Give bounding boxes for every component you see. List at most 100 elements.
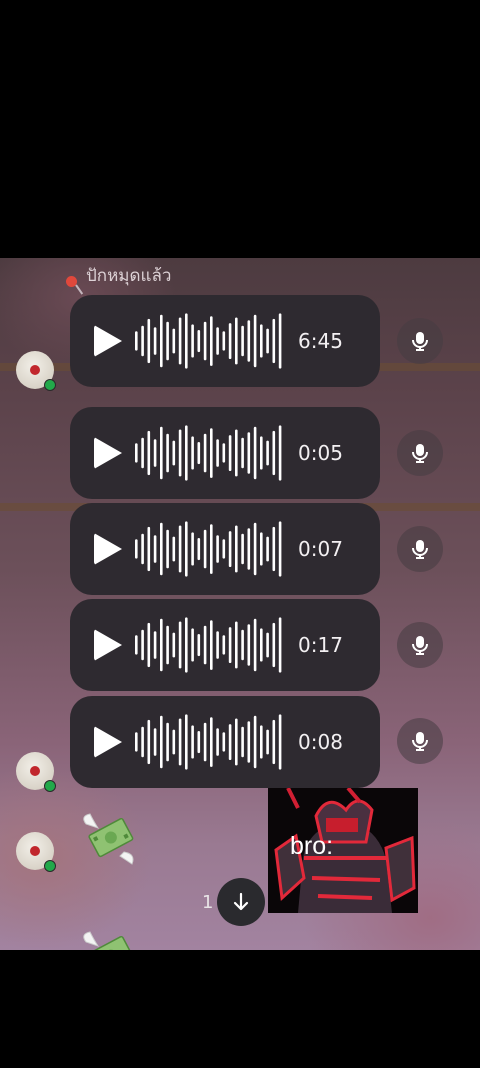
avatar[interactable] [16,832,56,872]
transcribe-button[interactable] [397,622,443,668]
scroll-to-bottom-button[interactable] [217,878,265,926]
avatar[interactable] [16,351,56,391]
voice-message[interactable]: 0:17 [70,599,380,691]
waveform-bar [178,429,182,477]
waveform-bar [278,313,282,369]
waveform-bar [228,323,232,359]
waveform-bar [141,325,144,357]
waveform-bar [160,522,163,576]
waveform-bar [147,430,151,476]
transcribe-button[interactable] [397,718,443,764]
rose-icon [30,766,40,776]
chat-area[interactable]: ปักหมุดแล้ว 6:45 0:05 0:07 0:17 0:08 bro… [0,258,480,950]
waveform-bar [166,625,169,665]
waveform-bar [241,325,244,357]
transcribe-button[interactable] [397,318,443,364]
waveform-bar [241,437,244,469]
voice-message[interactable]: 0:05 [70,407,380,499]
sticker-caption: bro: [290,832,334,860]
microphone-icon [412,540,428,559]
online-indicator [44,379,56,391]
waveform-bar [203,321,207,361]
rose-icon [30,365,40,375]
waveform-bar [197,330,201,353]
waveform-bar [191,436,194,470]
waveform-bar [147,318,151,364]
waveform-bar [253,618,257,672]
waveform-bar [185,617,188,673]
play-icon[interactable] [94,325,122,357]
waveform [135,425,282,481]
microphone-icon [412,732,428,751]
waveform-bar [160,314,163,368]
waveform-bar [272,430,276,476]
waveform-bar [228,627,232,663]
pinned-label: ปักหมุดแล้ว [86,266,172,286]
waveform-bar [203,529,207,569]
waveform-bar [278,714,282,770]
waveform-bar [266,536,269,562]
waveform-bar [278,521,282,577]
waveform-bar [235,429,238,477]
waveform-bar [166,321,169,361]
waveform-bar [203,722,207,762]
play-icon[interactable] [94,533,122,565]
money-with-wings-icon[interactable] [80,808,140,868]
voice-message[interactable]: 0:07 [70,503,380,595]
money-with-wings-icon[interactable] [80,926,140,950]
waveform-bar [172,729,176,755]
waveform-bar [266,729,269,755]
online-indicator [44,860,56,872]
waveform-bar [178,317,182,365]
transcribe-button[interactable] [397,526,443,572]
waveform [135,313,282,369]
waveform-bar [166,722,169,762]
transcribe-button[interactable] [397,430,443,476]
waveform-bar [135,732,138,752]
waveform [135,714,282,770]
waveform-bar [272,719,276,765]
waveform-bar [153,631,157,659]
online-indicator [44,780,56,792]
waveform [135,617,282,673]
waveform-bar [222,635,226,655]
unread-count: 1 [202,892,214,913]
waveform-bar [260,324,263,358]
play-icon[interactable] [94,437,122,469]
waveform-bar [253,426,257,480]
waveform-bar [153,535,157,563]
rose-icon [30,846,40,856]
waveform-bar [216,327,219,355]
waveform-bar [172,632,176,658]
waveform-bar [228,435,232,471]
waveform-bar [147,719,151,765]
waveform-bar [247,432,251,474]
play-icon[interactable] [94,726,122,758]
waveform-bar [247,624,251,666]
waveform-bar [153,728,157,756]
waveform-bar [160,426,163,480]
waveform-bar [185,521,188,577]
waveform-bar [253,522,257,576]
waveform-bar [147,622,151,668]
waveform-bar [166,529,169,569]
waveform-bar [197,634,201,657]
voice-duration: 0:07 [298,537,343,561]
waveform-bar [210,717,213,767]
waveform-bar [141,437,144,469]
pin-needle [75,284,84,295]
voice-message[interactable]: 6:45 [70,295,380,387]
waveform-bar [247,320,251,362]
robot-sticker[interactable]: bro: [268,788,418,913]
waveform-bar [253,715,257,769]
waveform-bar [172,328,176,354]
waveform-bar [210,524,213,574]
waveform-bar [210,620,213,670]
voice-message[interactable]: 0:08 [70,696,380,788]
play-icon[interactable] [94,629,122,661]
waveform-bar [235,621,238,669]
waveform-bar [235,718,238,766]
waveform-bar [216,631,219,659]
waveform-bar [160,715,163,769]
avatar[interactable] [16,752,56,792]
